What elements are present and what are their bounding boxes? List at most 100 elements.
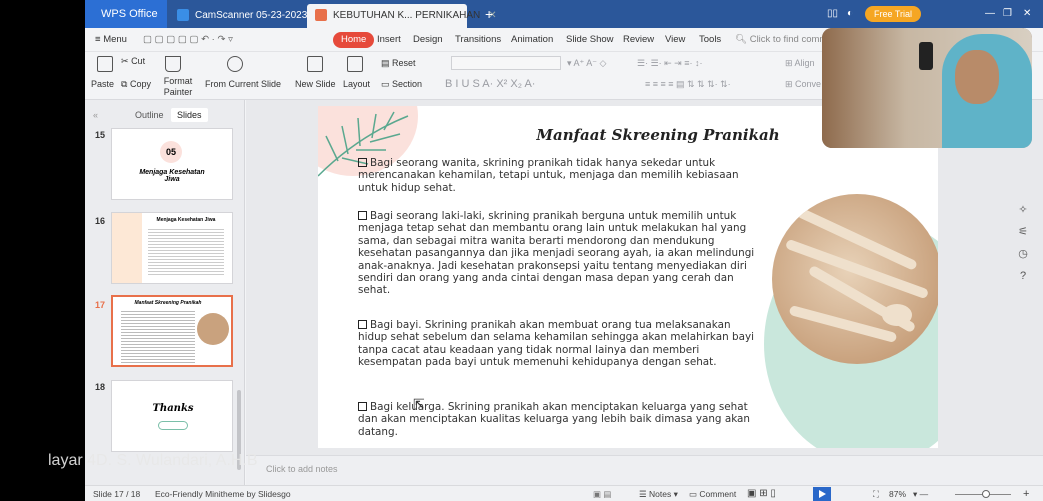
convert-button[interactable]: ⊞ Conve [785, 79, 821, 90]
quick-access-icons[interactable]: ▢ ▢ ▢ ▢ ▢ ↶ · ↷ ▿ [143, 32, 233, 48]
new-slide-button[interactable]: New Slide [295, 79, 336, 90]
paragraph-bayi[interactable]: Bagi bayi. Skrining pranikah akan membua… [358, 319, 758, 369]
reset-button[interactable]: ▤ Reset [381, 58, 416, 69]
align-button[interactable]: ⊞ Align [785, 58, 815, 69]
align-label: Align [794, 58, 815, 68]
layout-button[interactable]: Layout [343, 79, 370, 90]
paragraph-laki-laki[interactable]: Bagi seorang laki-laki, skrining pranika… [358, 210, 758, 297]
tab-camscanner[interactable]: CamScanner 05-23-2023 21.09 (1) [169, 4, 350, 28]
format-painter-button[interactable]: Format Painter [157, 76, 199, 98]
search-icon: 🔍︎ [735, 34, 748, 45]
skin-icon[interactable]: ◐ [847, 6, 853, 22]
thumb-title: Menjaga Kesehatan Jiwa [139, 169, 205, 183]
history-icon[interactable]: ◷ [1016, 247, 1030, 261]
reset-label: Reset [392, 58, 416, 68]
tab-review[interactable]: Review [623, 32, 654, 48]
zoom-level[interactable]: 87% [889, 488, 906, 500]
presentation-icon [315, 9, 327, 22]
slide-title[interactable]: Manfaat Skreening Pranikah [438, 126, 878, 144]
copy-button[interactable]: ⧉ Copy [121, 79, 151, 90]
comment-label: Comment [699, 489, 737, 499]
thumb-number: 18 [95, 382, 106, 392]
text-format-buttons[interactable]: B I U S A· X² X₂ A· [445, 79, 535, 90]
free-trial-button[interactable]: Free Trial [865, 6, 921, 22]
font-name-dropdown[interactable] [451, 56, 561, 70]
tab-transitions[interactable]: Transitions [455, 32, 501, 48]
tab-slides[interactable]: Slides [171, 108, 208, 122]
tab-slide-show[interactable]: Slide Show [566, 32, 614, 48]
title-bar: WPS Office CamScanner 05-23-2023 21.09 (… [85, 0, 1043, 28]
checkbox-bullet-icon [358, 211, 367, 220]
play-from-current-icon[interactable] [227, 56, 243, 72]
slide-17[interactable]: Manfaat Skreening Pranikah Bagi seorang … [318, 106, 938, 448]
font-size-controls[interactable]: ▾ A⁺ A⁻ ◇ [567, 58, 606, 69]
status-icons[interactable]: ▣ ▤ [593, 488, 611, 500]
slide-thumbnail-17[interactable]: Manfaat Skreening Pranikah [111, 295, 233, 367]
slide-counter: Slide 17 / 18 [93, 489, 141, 499]
zoom-in-icon[interactable]: + [1023, 488, 1029, 500]
layout-icon[interactable]: ▯▯ [827, 6, 838, 22]
notes-placeholder: Click to add notes [266, 464, 338, 474]
tab-animation[interactable]: Animation [511, 32, 553, 48]
reset-icon: ▤ [381, 58, 390, 68]
notes-button[interactable]: ☰ Notes ▾ [639, 488, 678, 500]
paste-button[interactable]: Paste [91, 79, 114, 90]
wps-presentation-window: WPS Office CamScanner 05-23-2023 21.09 (… [85, 0, 1043, 501]
webcam-overlay [822, 28, 1032, 148]
new-tab-icon[interactable]: + [485, 6, 493, 22]
magic-icon[interactable]: ✧ [1016, 203, 1030, 217]
sidebar-tabs: « Outline Slides [85, 104, 245, 124]
menu-button[interactable]: ≡ Menu [95, 32, 127, 48]
tab-insert[interactable]: Insert [377, 32, 401, 48]
slide-thumbnail-16[interactable]: Menjaga Kesehatan Jiwa [111, 212, 233, 284]
new-slide-icon[interactable] [307, 56, 323, 72]
align-buttons[interactable]: ≡ ≡ ≡ ≡ ▤ ⇅ ⇅ ⇅· ⇅· [645, 79, 731, 90]
document-icon [177, 9, 189, 22]
theme-name[interactable]: Eco-Friendly Minitheme by Slidesgo [155, 488, 291, 500]
paragraph-wanita[interactable]: Bagi seorang wanita, skrining pranikah t… [358, 157, 758, 194]
tab-view[interactable]: View [665, 32, 685, 48]
checkbox-bullet-icon [358, 158, 367, 167]
list-buttons[interactable]: ☰· ☰· ⇤ ⇥ ≡· ↕· [637, 58, 702, 69]
help-icon[interactable]: ? [1016, 269, 1030, 283]
copy-label: Copy [129, 79, 151, 89]
view-mode-buttons[interactable]: ▣ ⊞ ▯ [747, 488, 776, 500]
presenter-face [955, 50, 999, 104]
format-painter-icon[interactable] [165, 56, 181, 72]
wps-office-tab[interactable]: WPS Office [85, 0, 167, 28]
notes-pane[interactable]: Click to add notes [246, 455, 1043, 485]
wooden-cutlery-image [772, 194, 938, 364]
minimize-icon[interactable]: — [985, 6, 995, 22]
paste-icon[interactable] [97, 56, 113, 72]
zoom-slider-knob[interactable] [982, 490, 990, 498]
mouse-cursor-icon: ⇱ [413, 396, 425, 412]
layout-icon[interactable] [347, 56, 363, 72]
slideshow-play-button[interactable] [813, 487, 831, 501]
close-window-icon[interactable]: ✕ [1023, 6, 1031, 22]
zoom-out-icon[interactable]: ▾ — [913, 488, 928, 500]
section-button[interactable]: ▭ Section [381, 79, 422, 90]
from-current-slide-button[interactable]: From Current Slide [205, 79, 281, 90]
thumb-number: 15 [95, 130, 106, 140]
collapse-sidebar-icon[interactable]: « [87, 108, 104, 122]
cut-label: Cut [131, 56, 146, 66]
fit-icon[interactable]: ⛶ [873, 488, 879, 500]
tab-home[interactable]: Home [333, 32, 375, 48]
tab-kebutuhan[interactable]: KEBUTUHAN K... PERNIKAHAN ✕ [307, 4, 497, 28]
convert-label: Conve [795, 79, 822, 89]
search-box[interactable]: 🔍︎ Click to find comm [735, 32, 827, 48]
slide-thumbnail-18[interactable]: Thanks [111, 380, 233, 452]
settings-sliders-icon[interactable]: ⚟ [1016, 225, 1030, 239]
cut-button[interactable]: ✂ Cut [121, 56, 145, 67]
tab-tools[interactable]: Tools [699, 32, 721, 48]
tab-design[interactable]: Design [413, 32, 443, 48]
tab-outline[interactable]: Outline [129, 108, 170, 122]
slide-thumbnail-15[interactable]: 05 Menjaga Kesehatan Jiwa [111, 128, 233, 200]
copy-icon: ⧉ [121, 79, 128, 89]
thumb-title: Manfaat Skreening Pranikah [134, 300, 202, 306]
tab-label: KEBUTUHAN K... PERNIKAHAN [333, 10, 481, 21]
comment-button[interactable]: ▭ Comment [689, 488, 736, 500]
checkbox-bullet-icon [358, 320, 367, 329]
screen: WPS Office CamScanner 05-23-2023 21.09 (… [0, 0, 1043, 501]
restore-icon[interactable]: ❐ [1003, 6, 1012, 22]
